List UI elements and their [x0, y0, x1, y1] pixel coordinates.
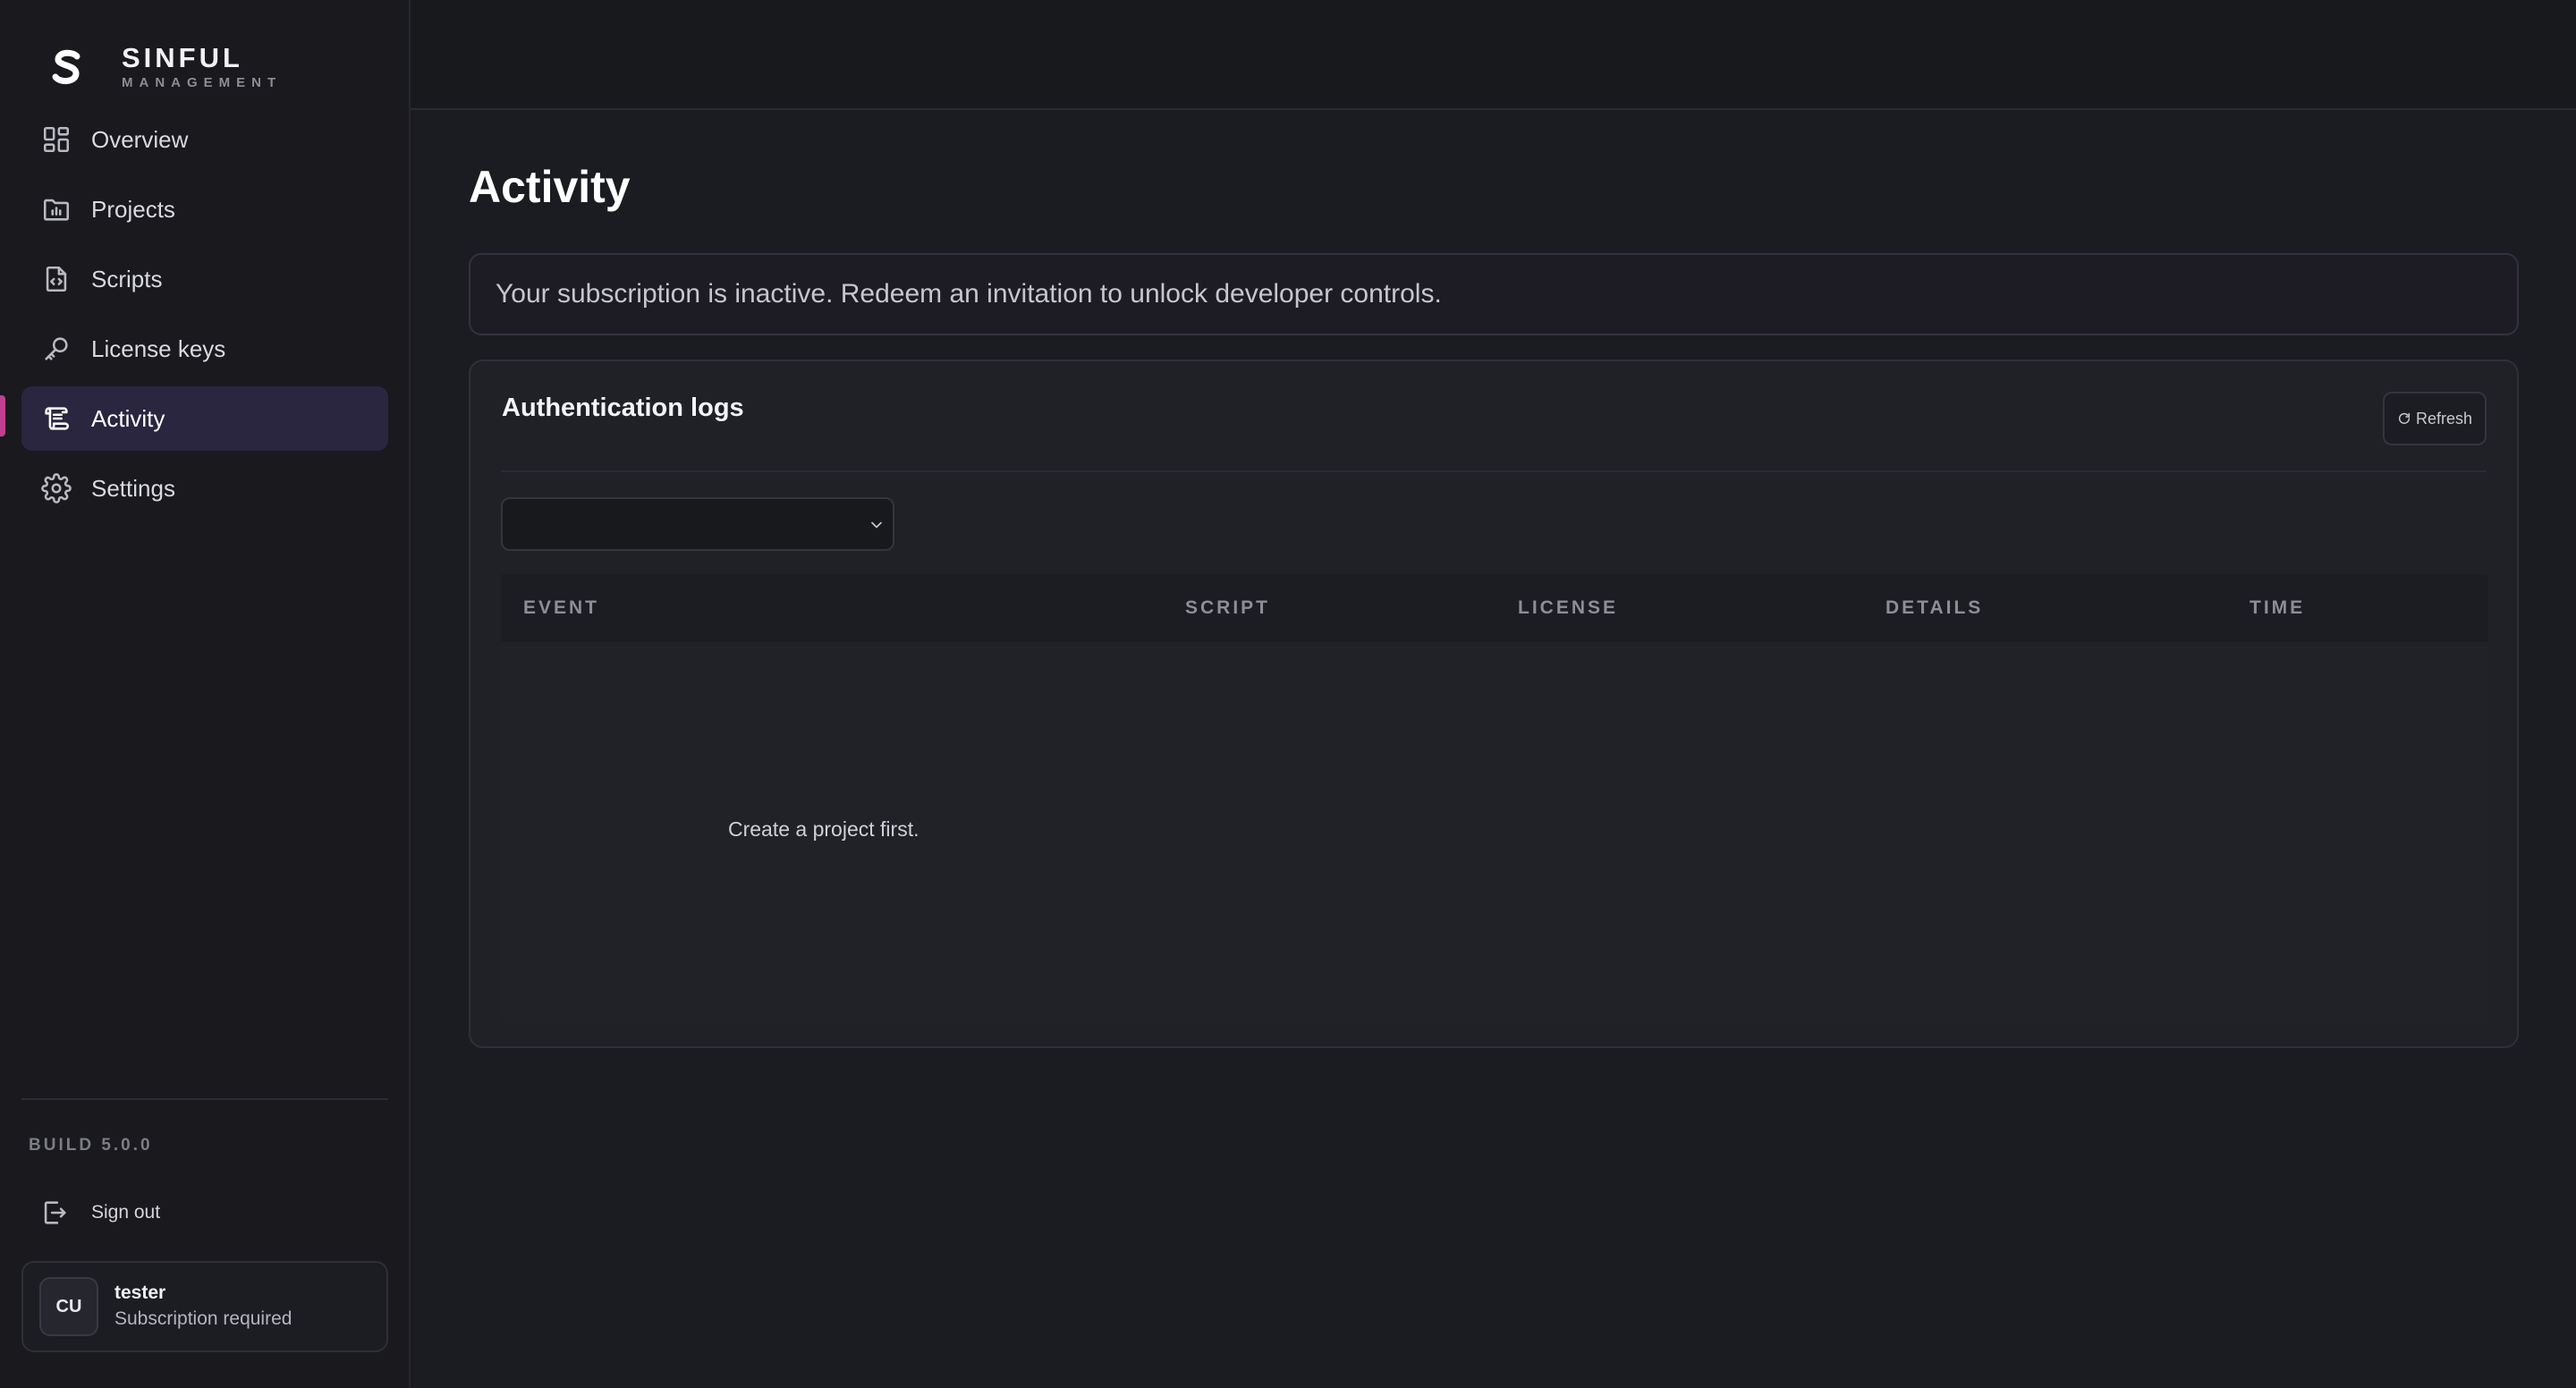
logout-icon [39, 1198, 70, 1228]
table-body: Create a project first. [501, 642, 2488, 1017]
key-icon [41, 334, 72, 364]
column-header-time[interactable]: TIME [2250, 574, 2305, 642]
file-code-icon [41, 264, 72, 294]
refresh-label: Refresh [2415, 409, 2473, 427]
gear-icon [41, 473, 72, 504]
column-header-script[interactable]: SCRIPT [1185, 574, 1270, 642]
column-header-event[interactable]: EVENT [523, 574, 599, 642]
sidebar-nav: Overview Projects Scripts License keys A… [21, 107, 388, 526]
active-nav-indicator [0, 395, 5, 436]
user-card[interactable]: CU tester Subscription required [21, 1261, 388, 1352]
brand-subtitle: MANAGEMENT [122, 75, 283, 90]
sidebar-item-license-keys[interactable]: License keys [21, 317, 388, 381]
brand[interactable]: SINFUL MANAGEMENT [50, 43, 282, 91]
sidebar-item-label: License keys [91, 334, 226, 362]
sidebar: SINFUL MANAGEMENT Overview Projects Scri… [0, 0, 411, 1388]
main-content: Activity Your subscription is inactive. … [411, 0, 2576, 1388]
subscription-status: Subscription required [114, 1308, 292, 1329]
sidebar-item-activity[interactable]: Activity [21, 386, 388, 451]
table-header: EVENT SCRIPT LICENSE DETAILS TIME [501, 574, 2488, 642]
grid-icon [41, 124, 72, 155]
project-select[interactable] [501, 497, 894, 551]
app-root: SINFUL MANAGEMENT Overview Projects Scri… [0, 0, 2576, 1388]
refresh-icon [2397, 411, 2411, 426]
column-header-license[interactable]: LICENSE [1518, 574, 1618, 642]
avatar: CU [39, 1277, 98, 1336]
sidebar-item-scripts[interactable]: Scripts [21, 247, 388, 311]
subscription-alert: Your subscription is inactive. Redeem an… [469, 253, 2519, 335]
auth-logs-card: Authentication logs Refresh EVENT SCRIPT… [469, 360, 2519, 1048]
card-title: Authentication logs [502, 394, 744, 422]
sign-out-label: Sign out [91, 1202, 161, 1223]
chevron-down-icon [868, 516, 886, 534]
sidebar-item-label: Activity [91, 404, 165, 432]
logs-table: EVENT SCRIPT LICENSE DETAILS TIME Create… [501, 574, 2488, 1017]
folder-icon [41, 194, 72, 224]
refresh-button[interactable]: Refresh [2383, 392, 2487, 445]
sidebar-item-label: Projects [91, 195, 175, 223]
brand-logo-icon [52, 49, 80, 84]
sidebar-item-settings[interactable]: Settings [21, 456, 388, 520]
sidebar-item-projects[interactable]: Projects [21, 177, 388, 241]
sidebar-divider [21, 1098, 388, 1100]
sidebar-item-label: Overview [91, 125, 189, 153]
empty-state-message: Create a project first. [728, 817, 919, 841]
user-info: tester Subscription required [114, 1281, 292, 1333]
column-header-details[interactable]: DETAILS [1885, 574, 1983, 642]
user-name: tester [114, 1282, 166, 1303]
brand-name: SINFUL [122, 42, 243, 73]
page-title: Activity [469, 162, 631, 212]
card-divider [501, 470, 2487, 472]
brand-text: SINFUL MANAGEMENT [122, 43, 282, 91]
sidebar-item-label: Settings [91, 474, 175, 502]
sidebar-item-label: Scripts [91, 265, 163, 292]
sign-out-button[interactable]: Sign out [21, 1189, 388, 1236]
scroll-icon [41, 403, 72, 434]
build-version: BUILD 5.0.0 [29, 1136, 153, 1155]
top-bar [411, 0, 2576, 110]
sidebar-item-overview[interactable]: Overview [21, 107, 388, 172]
